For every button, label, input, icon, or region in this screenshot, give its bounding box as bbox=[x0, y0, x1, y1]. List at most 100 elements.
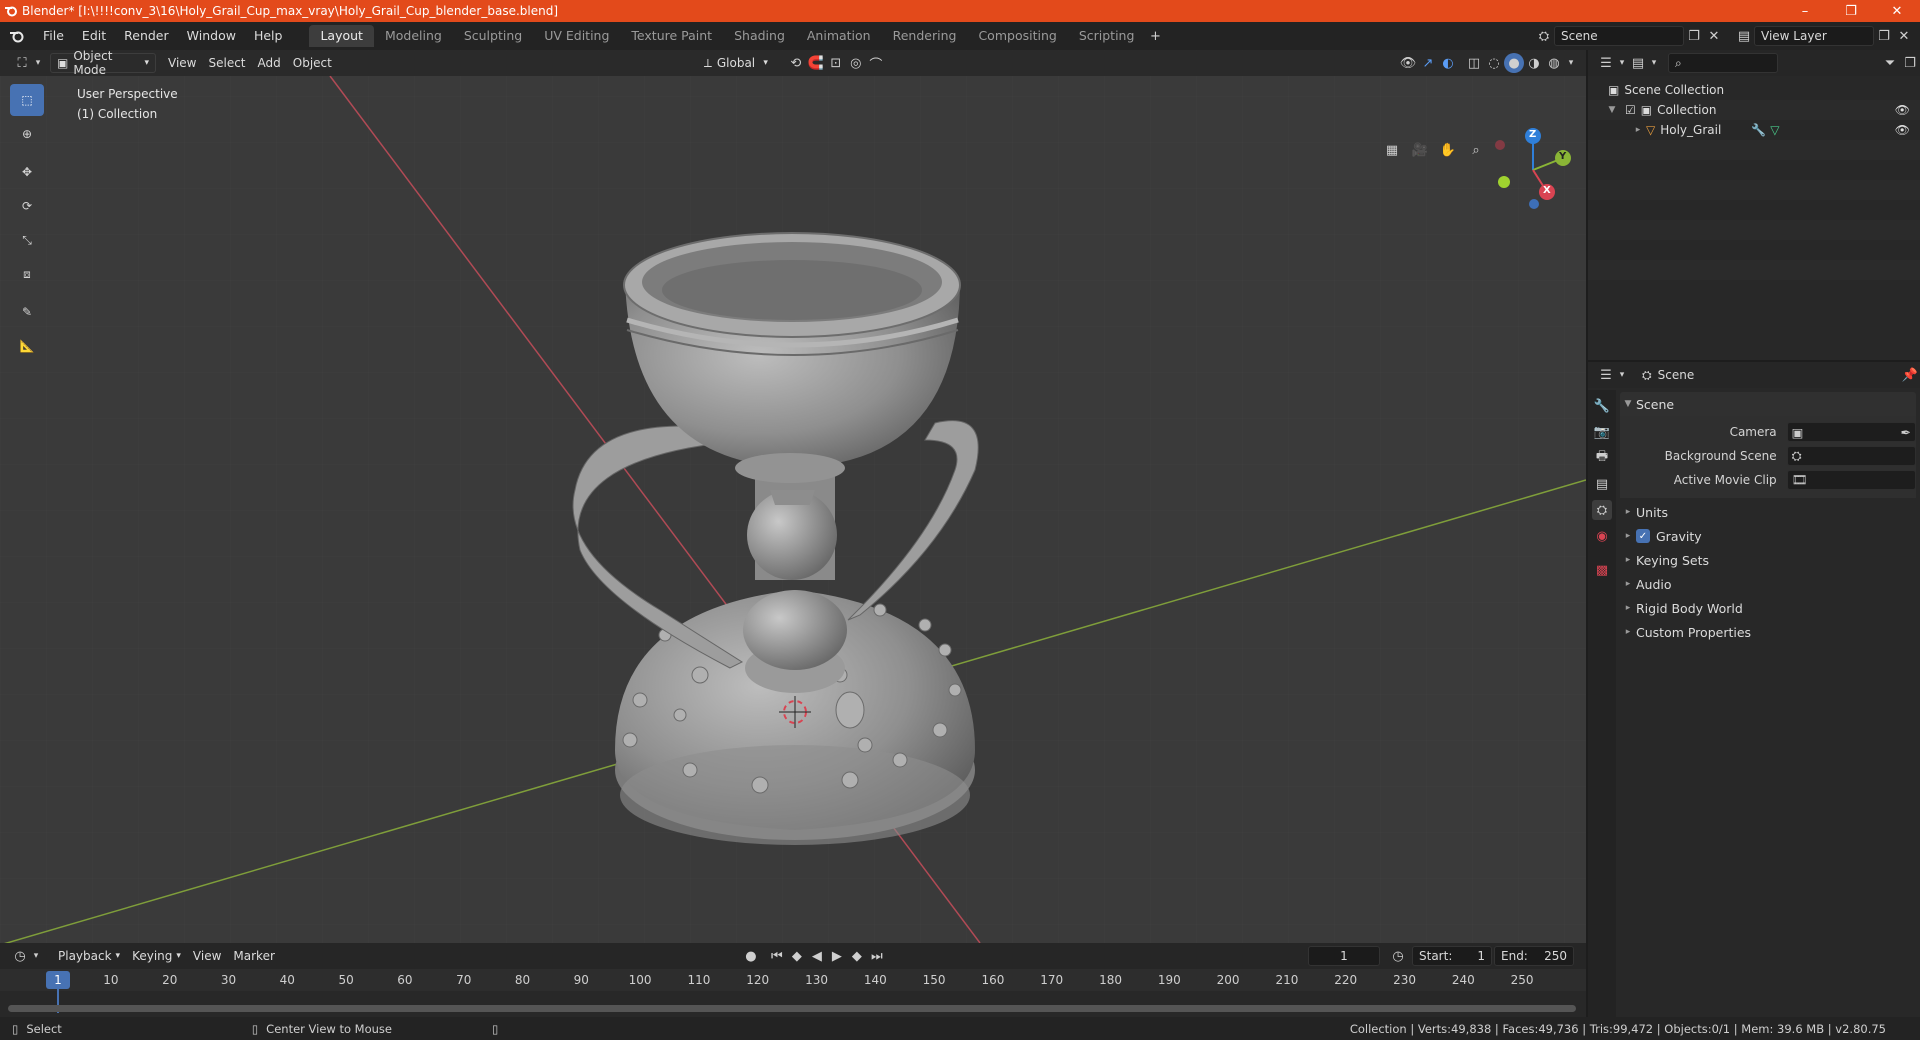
preview-range-icon[interactable]: ◷ bbox=[1388, 946, 1408, 966]
next-keyframe-icon[interactable]: ◆ bbox=[847, 946, 867, 966]
toggle-ortho-icon[interactable]: ▦ bbox=[1382, 140, 1402, 160]
remove-view-layer-icon[interactable]: ✕ bbox=[1894, 26, 1914, 46]
keying-menu[interactable]: Keying ▾ bbox=[126, 946, 187, 966]
proportional-edit-icon[interactable]: ◎ bbox=[846, 53, 866, 73]
background-scene-field[interactable]: ⛭ bbox=[1786, 446, 1916, 466]
tool-tab-icon[interactable]: 🔧 bbox=[1592, 396, 1612, 416]
chevron-down-icon[interactable]: ▾ bbox=[30, 946, 42, 966]
select-box-icon[interactable]: ⬚ bbox=[10, 84, 44, 116]
outliner-row-collection[interactable]: ▼ ☑ ▣ Collection 👁 bbox=[1588, 100, 1920, 120]
transform-orientation-dropdown[interactable]: ⟂ Global ▾ bbox=[698, 53, 774, 73]
view-layer-tab-icon[interactable]: ▤ bbox=[1592, 474, 1612, 494]
jump-end-icon[interactable]: ⏭ bbox=[867, 946, 887, 966]
scene-icon[interactable]: ⛭ bbox=[1534, 26, 1554, 46]
render-tab-icon[interactable]: 📷 bbox=[1592, 422, 1612, 442]
outliner-search-input[interactable]: ⌕ bbox=[1668, 53, 1778, 73]
keying-sets-panel-header[interactable]: ▸ Keying Sets bbox=[1620, 548, 1916, 572]
outliner-row-holy-grail[interactable]: ▸ ▽ Holy_Grail 🔧 ▽ 👁 bbox=[1588, 120, 1920, 140]
add-workspace-icon[interactable]: + bbox=[1145, 26, 1165, 46]
view-layer-selector[interactable]: View Layer bbox=[1754, 26, 1874, 46]
marker-menu[interactable]: Marker bbox=[227, 946, 280, 966]
mode-dropdown[interactable]: ▣ Object Mode ▾ bbox=[50, 50, 156, 77]
menu-file[interactable]: File bbox=[34, 25, 73, 47]
shading-options-icon[interactable]: ▾ bbox=[1564, 53, 1578, 73]
tab-shading[interactable]: Shading bbox=[723, 25, 796, 47]
menu-view[interactable]: View bbox=[162, 53, 202, 73]
chevron-down-icon[interactable]: ▾ bbox=[1616, 365, 1628, 385]
maximize-button[interactable]: ❐ bbox=[1828, 0, 1874, 22]
tab-uv-editing[interactable]: UV Editing bbox=[533, 25, 620, 47]
3d-viewport[interactable]: Z Y X ▦ 🎥 ✋ ⌕ ⛶ ▾ ▣ Object Mode ▾ View S… bbox=[0, 50, 1586, 943]
tab-animation[interactable]: Animation bbox=[796, 25, 882, 47]
measure-tool-icon[interactable]: 📐 bbox=[10, 330, 44, 362]
gravity-panel-header[interactable]: ▸ ✓ Gravity bbox=[1620, 524, 1916, 548]
pan-hand-icon[interactable]: ✋ bbox=[1438, 140, 1458, 160]
eye-icon[interactable]: 👁 bbox=[1895, 103, 1910, 117]
chevron-down-icon[interactable]: ▾ bbox=[1616, 53, 1628, 73]
display-mode-icon[interactable]: ▤ bbox=[1628, 53, 1648, 73]
cursor-tool-icon[interactable]: ⊕ bbox=[10, 118, 44, 150]
move-tool-icon[interactable]: ✥ bbox=[10, 156, 44, 188]
zoom-icon[interactable]: ⌕ bbox=[1466, 140, 1486, 160]
chevron-down-icon[interactable]: ▾ bbox=[32, 53, 44, 73]
camera-field[interactable]: ▣ ✒ bbox=[1786, 422, 1916, 442]
gizmo-toggle-icon[interactable]: ↗ bbox=[1418, 53, 1438, 73]
texture-tab-icon[interactable]: ▩ bbox=[1592, 560, 1612, 580]
material-shading-icon[interactable]: ◑ bbox=[1524, 53, 1544, 73]
visibility-icon[interactable]: 👁 bbox=[1398, 53, 1418, 73]
xray-icon[interactable]: ◫ bbox=[1464, 53, 1484, 73]
rotate-tool-icon[interactable]: ⟳ bbox=[10, 190, 44, 222]
outliner-editor-icon[interactable]: ☰ bbox=[1596, 53, 1616, 73]
blender-menu-icon[interactable] bbox=[0, 29, 34, 43]
menu-render[interactable]: Render bbox=[115, 25, 178, 47]
wireframe-shading-icon[interactable]: ◌ bbox=[1484, 53, 1504, 73]
timeline-ruler[interactable]: 1 10 20 30 40 50 60 70 80 90 100 110 120 130 140 150 160… bbox=[0, 969, 1586, 1013]
checkbox-icon[interactable]: ☑ bbox=[1625, 103, 1636, 117]
timeline-scrollbar[interactable] bbox=[8, 1005, 1576, 1012]
gravity-checkbox[interactable]: ✓ bbox=[1636, 529, 1650, 543]
new-scene-icon[interactable]: ❐ bbox=[1684, 26, 1704, 46]
properties-editor-icon[interactable]: ☰ bbox=[1596, 365, 1616, 385]
menu-select[interactable]: Select bbox=[202, 53, 251, 73]
modifier-wrench-icon[interactable]: 🔧 bbox=[1751, 123, 1766, 137]
solid-shading-icon[interactable]: ● bbox=[1504, 53, 1524, 73]
transform-tool-icon[interactable]: ⧈ bbox=[10, 258, 44, 290]
filter-icon[interactable]: ⏷ bbox=[1880, 53, 1900, 73]
eye-icon[interactable]: 👁 bbox=[1895, 123, 1910, 137]
view-layer-icon[interactable]: ▤ bbox=[1734, 26, 1754, 46]
mesh-data-icon[interactable]: ▽ bbox=[1770, 123, 1779, 137]
units-panel-header[interactable]: ▸ Units bbox=[1620, 500, 1916, 524]
snap-icon[interactable]: 🧲 bbox=[806, 53, 826, 73]
menu-help[interactable]: Help bbox=[245, 25, 292, 47]
active-movie-clip-field[interactable]: 🎞 bbox=[1786, 470, 1916, 490]
output-tab-icon[interactable]: 🖶 bbox=[1592, 448, 1612, 468]
remove-scene-icon[interactable]: ✕ bbox=[1704, 26, 1724, 46]
close-button[interactable]: ✕ bbox=[1874, 0, 1920, 22]
scene-panel-header[interactable]: ▼ Scene bbox=[1620, 392, 1916, 416]
camera-view-icon[interactable]: 🎥 bbox=[1410, 140, 1430, 160]
custom-properties-panel-header[interactable]: ▸ Custom Properties bbox=[1620, 620, 1916, 644]
record-icon[interactable]: ● bbox=[741, 946, 761, 966]
rigid-body-world-panel-header[interactable]: ▸ Rigid Body World bbox=[1620, 596, 1916, 620]
playback-menu[interactable]: Playback ▾ bbox=[52, 946, 126, 966]
current-frame-field[interactable]: 1 bbox=[1308, 946, 1380, 966]
jump-start-icon[interactable]: ⏮ bbox=[767, 946, 787, 966]
eyedropper-icon[interactable]: ✒ bbox=[1901, 425, 1911, 440]
tab-rendering[interactable]: Rendering bbox=[882, 25, 968, 47]
expand-triangle-icon[interactable]: ▸ bbox=[1630, 125, 1646, 135]
menu-object[interactable]: Object bbox=[287, 53, 338, 73]
tab-scripting[interactable]: Scripting bbox=[1068, 25, 1146, 47]
annotate-tool-icon[interactable]: ✎ bbox=[10, 296, 44, 328]
scale-tool-icon[interactable]: ⤡ bbox=[10, 224, 44, 256]
expand-triangle-icon[interactable]: ▼ bbox=[1604, 105, 1620, 115]
outliner-row-scene-collection[interactable]: ▣ Scene Collection bbox=[1588, 80, 1920, 100]
timeline-view-menu[interactable]: View bbox=[187, 946, 227, 966]
minimize-button[interactable]: – bbox=[1782, 0, 1828, 22]
falloff-icon[interactable]: ⌒ bbox=[866, 53, 886, 73]
menu-window[interactable]: Window bbox=[178, 25, 245, 47]
tab-texture-paint[interactable]: Texture Paint bbox=[620, 25, 723, 47]
tab-sculpting[interactable]: Sculpting bbox=[453, 25, 533, 47]
scene-tab-icon[interactable]: ⛭ bbox=[1592, 500, 1612, 520]
prev-keyframe-icon[interactable]: ◆ bbox=[787, 946, 807, 966]
pivot-point-icon[interactable]: ⟲ bbox=[786, 53, 806, 73]
